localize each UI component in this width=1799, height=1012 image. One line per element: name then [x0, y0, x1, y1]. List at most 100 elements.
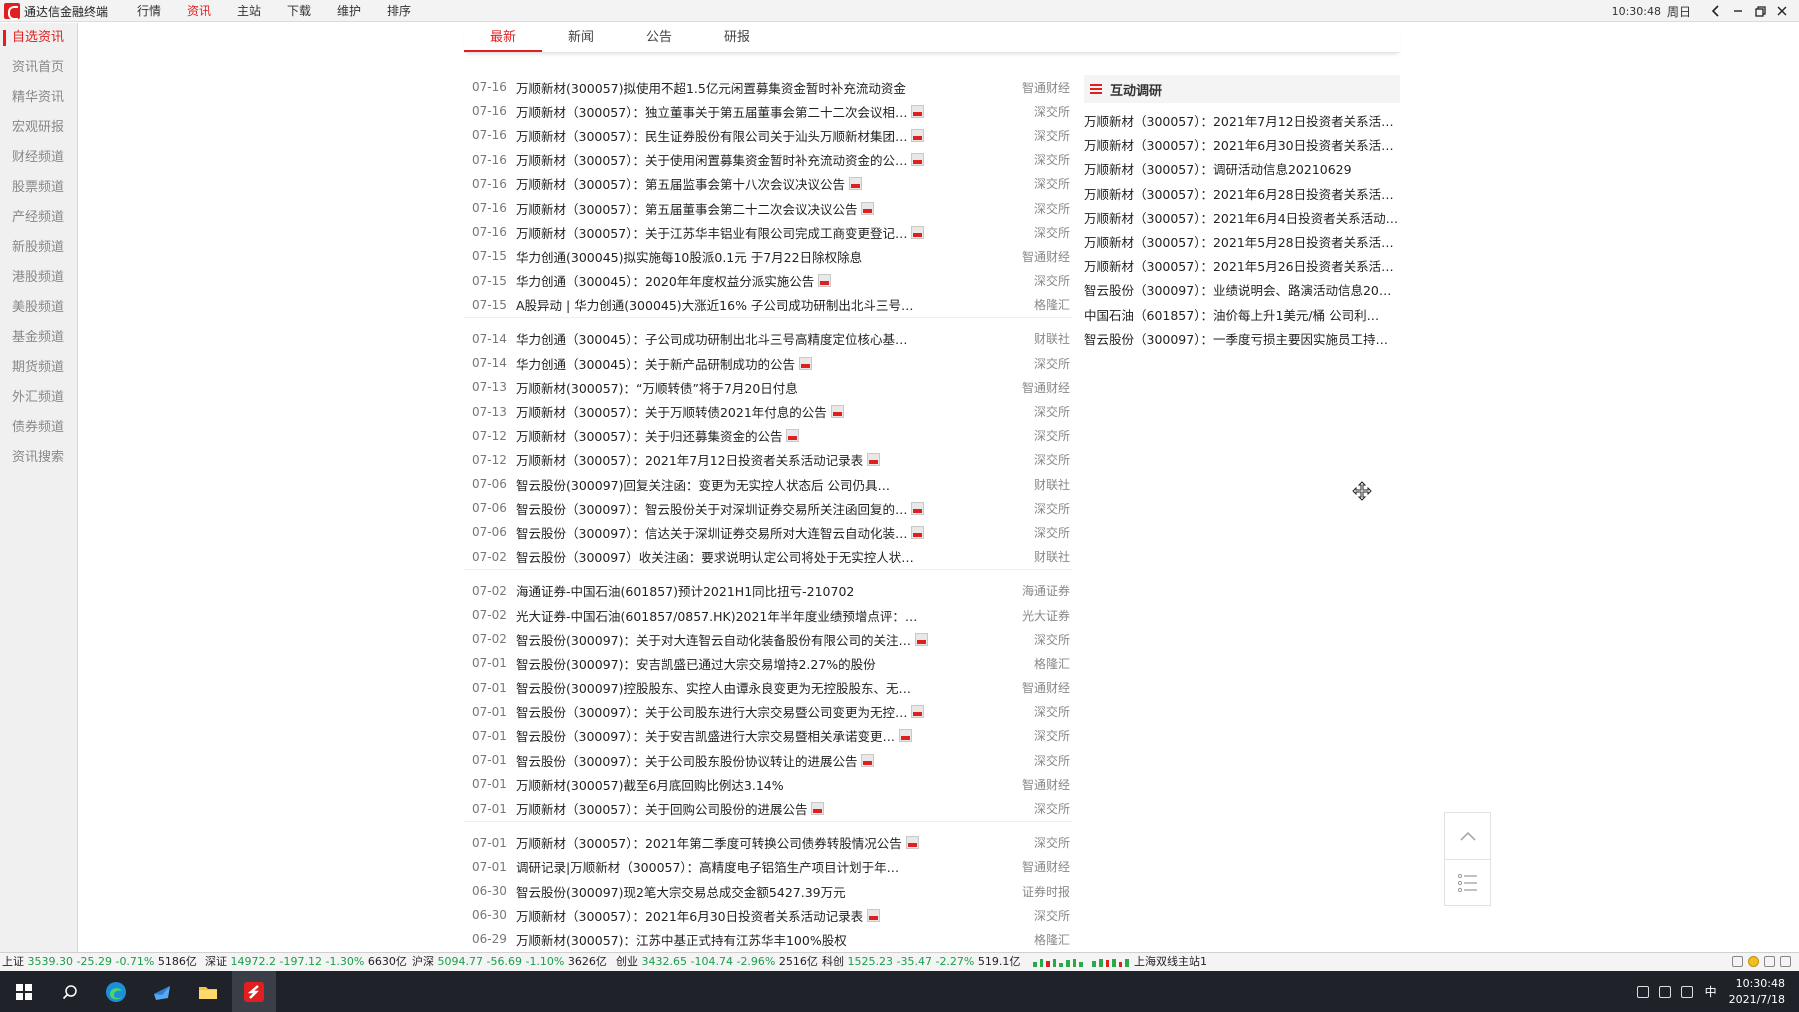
file-explorer-icon[interactable]	[186, 971, 230, 1012]
news-title[interactable]: 智云股份（300097）：信达关于深圳证券交易所对大连智云自动化装…	[516, 523, 907, 542]
news-row[interactable]: 07-01 万顺新材(300057)截至6月底回购比例达3.14% 智通财经	[464, 772, 1072, 796]
news-row[interactable]: 07-14 华力创通（300045）：关于新产品研制成功的公告 深交所	[464, 351, 1072, 375]
flag-icon[interactable]	[1764, 956, 1775, 967]
research-item[interactable]: 智云股份（300097）：业绩说明会、路演活动信息20…	[1084, 279, 1400, 303]
news-row[interactable]: 07-16 万顺新材（300057）：第五届监事会第十八次会议决议公告 深交所	[464, 172, 1072, 196]
pdf-icon[interactable]	[867, 908, 881, 922]
news-title[interactable]: 万顺新材(300057)：江苏中基正式持有江苏华丰100%股权	[516, 930, 847, 949]
research-item[interactable]: 万顺新材（300057）：2021年7月12日投资者关系活…	[1084, 110, 1400, 134]
menu-item-sort[interactable]: 排序	[374, 0, 424, 22]
news-title[interactable]: 万顺新材（300057）：民生证券股份有限公司关于汕头万顺新材集团…	[516, 126, 907, 145]
sidebar-item-futures[interactable]: 期货频道	[0, 353, 77, 383]
news-row[interactable]: 07-16 万顺新材(300057)拟使用不超1.5亿元闲置募集资金暂时补充流动资…	[464, 75, 1072, 99]
news-title[interactable]: 华力创通（300045）：关于新产品研制成功的公告	[516, 354, 795, 373]
menu-item-download[interactable]: 下载	[274, 0, 324, 22]
toc-button[interactable]	[1445, 859, 1490, 905]
sidebar-item-news-home[interactable]: 资讯首页	[0, 53, 77, 83]
sidebar-item-us-stocks[interactable]: 美股频道	[0, 293, 77, 323]
news-title[interactable]: A股异动 | 华力创通(300045)大涨近16% 子公司成功研制出北斗三号…	[516, 295, 913, 314]
pdf-icon[interactable]	[848, 177, 862, 191]
pdf-icon[interactable]	[911, 104, 925, 118]
news-title[interactable]: 华力创通（300045）：子公司成功研制出北斗三号高精度定位核心基…	[516, 329, 907, 348]
pdf-icon[interactable]	[861, 201, 875, 215]
news-row[interactable]: 07-01 智云股份（300097）：关于公司股东进行大宗交易暨公司变更为无控… 深…	[464, 700, 1072, 724]
news-title[interactable]: 万顺新材（300057）：2021年6月30日投资者关系活动记录表	[516, 906, 863, 925]
tdx-terminal-taskbar-icon[interactable]	[232, 971, 276, 1012]
news-row[interactable]: 06-30 万顺新材（300057）：2021年6月30日投资者关系活动记录表 深交…	[464, 903, 1072, 927]
news-title[interactable]: 万顺新材（300057）：2021年7月12日投资者关系活动记录表	[516, 450, 863, 469]
news-row[interactable]: 06-29 万顺新材(300057)：江苏中基正式持有江苏华丰100%股权 格隆汇	[464, 927, 1072, 951]
research-item[interactable]: 智云股份（300097）：一季度亏损主要因实施员工持…	[1084, 328, 1400, 352]
news-title[interactable]: 万顺新材(300057)截至6月底回购比例达3.14%	[516, 775, 784, 794]
news-title[interactable]: 智云股份（300097）收关注函：要求说明认定公司将处于无实控人状…	[516, 547, 914, 566]
news-row[interactable]: 06-30 智云股份(300097)现2笔大宗交易总成交金额5427.39万元 证券…	[464, 879, 1072, 903]
tab-news[interactable]: 新闻	[542, 25, 620, 52]
menu-item-quotes[interactable]: 行情	[124, 0, 174, 22]
input-language[interactable]: 中	[1705, 983, 1717, 1000]
news-title[interactable]: 智云股份（300097）：关于安吉凯盛进行大宗交易暨相关承诺变更…	[516, 726, 895, 745]
news-row[interactable]: 07-16 万顺新材（300057）：第五届董事会第二十二次会议决议公告 深交所	[464, 196, 1072, 220]
news-title[interactable]: 万顺新材（300057）：2021年第二季度可转换公司债券转股情况公告	[516, 833, 902, 852]
alert-icon[interactable]	[1748, 956, 1759, 967]
menu-item-maintain[interactable]: 维护	[324, 0, 374, 22]
index-hs300[interactable]: 沪深 5094.77 -56.69 -1.10% 3626亿	[412, 953, 607, 971]
tab-announcements[interactable]: 公告	[620, 25, 698, 52]
news-title[interactable]: 智云股份（300097）：关于公司股东进行大宗交易暨公司变更为无控…	[516, 702, 907, 721]
news-row[interactable]: 07-06 智云股份(300097)回复关注函：变更为无实控人状态后 公司仍具… 财…	[464, 472, 1072, 496]
news-row[interactable]: 07-01 万顺新材（300057）：2021年第二季度可转换公司债券转股情况公告…	[464, 831, 1072, 855]
sidebar-item-finance[interactable]: 财经频道	[0, 143, 77, 173]
windows-start-icon[interactable]	[2, 971, 46, 1012]
pdf-icon[interactable]	[811, 802, 825, 816]
index-shanghai[interactable]: 上证 3539.30 -25.29 -0.71% 5186亿	[2, 953, 197, 971]
minimize-icon[interactable]	[1727, 0, 1749, 22]
news-row[interactable]: 07-06 智云股份（300097）：智云股份关于对深圳证券交易所关注函回复的… 深…	[464, 496, 1072, 520]
news-title[interactable]: 万顺新材（300057）：第五届监事会第十八次会议决议公告	[516, 174, 845, 193]
pdf-icon[interactable]	[818, 274, 832, 288]
pdf-icon[interactable]	[898, 729, 912, 743]
news-title[interactable]: 万顺新材(300057)：“万顺转债”将于7月20日付息	[516, 378, 798, 397]
news-row[interactable]: 07-12 万顺新材（300057）：关于归还募集资金的公告 深交所	[464, 424, 1072, 448]
index-shenzhen[interactable]: 深证 14972.2 -197.12 -1.30% 6630亿	[205, 953, 407, 971]
pdf-icon[interactable]	[911, 525, 925, 539]
pdf-icon[interactable]	[911, 705, 925, 719]
sidebar-item-bonds[interactable]: 债券频道	[0, 413, 77, 443]
menu-item-news[interactable]: 资讯	[174, 0, 224, 22]
news-row[interactable]: 07-12 万顺新材（300057）：2021年7月12日投资者关系活动记录表 深交…	[464, 448, 1072, 472]
pdf-icon[interactable]	[786, 429, 800, 443]
news-row[interactable]: 07-06 智云股份（300097）：信达关于深圳证券交易所对大连智云自动化装… 深…	[464, 520, 1072, 544]
news-title[interactable]: 万顺新材（300057）：独立董事关于第五届董事会第二十二次会议相…	[516, 102, 907, 121]
news-row[interactable]: 07-16 万顺新材（300057）：独立董事关于第五届董事会第二十二次会议相… 深…	[464, 99, 1072, 123]
news-row[interactable]: 07-01 智云股份（300097）：关于公司股东股份协议转让的进展公告 深交所	[464, 748, 1072, 772]
index-star[interactable]: 科创 1525.23 -35.47 -2.27% 519.1亿	[822, 953, 1020, 971]
taskbar-clock[interactable]: 10:30:48 2021/7/18	[1729, 976, 1785, 1008]
pdf-icon[interactable]	[911, 225, 925, 239]
research-item[interactable]: 万顺新材（300057）：调研活动信息20210629	[1084, 158, 1400, 182]
sidebar-item-featured[interactable]: 精华资讯	[0, 83, 77, 113]
news-row[interactable]: 07-15 华力创通（300045）：2020年年度权益分派实施公告 深交所	[464, 269, 1072, 293]
pdf-icon[interactable]	[867, 453, 881, 467]
news-title[interactable]: 海通证券-中国石油(601857)预计2021H1同比扭亏-210702	[516, 581, 854, 600]
sidebar-item-watchlist-news[interactable]: 自选资讯	[0, 23, 77, 53]
news-row[interactable]: 07-02 海通证券-中国石油(601857)预计2021H1同比扭亏-21070…	[464, 579, 1072, 603]
pdf-icon[interactable]	[830, 405, 844, 419]
pdf-icon[interactable]	[911, 501, 925, 515]
index-chinext[interactable]: 创业 3432.65 -104.74 -2.96% 2516亿	[616, 953, 818, 971]
menu-item-server[interactable]: 主站	[224, 0, 274, 22]
news-row[interactable]: 07-13 万顺新材（300057）：关于万顺转债2021年付息的公告 深交所	[464, 399, 1072, 423]
tab-research[interactable]: 研报	[698, 25, 776, 52]
news-title[interactable]: 华力创通（300045）：2020年年度权益分派实施公告	[516, 271, 814, 290]
news-title[interactable]: 智云股份（300097）：关于公司股东股份协议转让的进展公告	[516, 751, 857, 770]
pdf-icon[interactable]	[905, 836, 919, 850]
news-row[interactable]: 07-01 万顺新材（300057）：关于回购公司股份的进展公告 深交所	[464, 796, 1072, 820]
news-title[interactable]: 调研记录|万顺新材（300057）：高精度电子铝箔生产项目计划于年…	[516, 857, 899, 876]
sidebar-item-news-search[interactable]: 资讯搜索	[0, 443, 77, 473]
news-title[interactable]: 智云股份(300097)现2笔大宗交易总成交金额5427.39万元	[516, 882, 846, 901]
news-title[interactable]: 万顺新材（300057）：第五届董事会第二十二次会议决议公告	[516, 199, 857, 218]
window-mode-icon[interactable]	[1732, 956, 1743, 967]
research-item[interactable]: 万顺新材（300057）：2021年5月28日投资者关系活…	[1084, 231, 1400, 255]
edge-browser-icon[interactable]	[94, 971, 138, 1012]
news-row[interactable]: 07-15 A股异动 | 华力创通(300045)大涨近16% 子公司成功研制出北…	[464, 293, 1072, 317]
news-row[interactable]: 07-14 华力创通（300045）：子公司成功研制出北斗三号高精度定位核心基… 财…	[464, 327, 1072, 351]
pin-icon[interactable]	[1780, 956, 1791, 967]
pdf-icon[interactable]	[911, 153, 925, 167]
